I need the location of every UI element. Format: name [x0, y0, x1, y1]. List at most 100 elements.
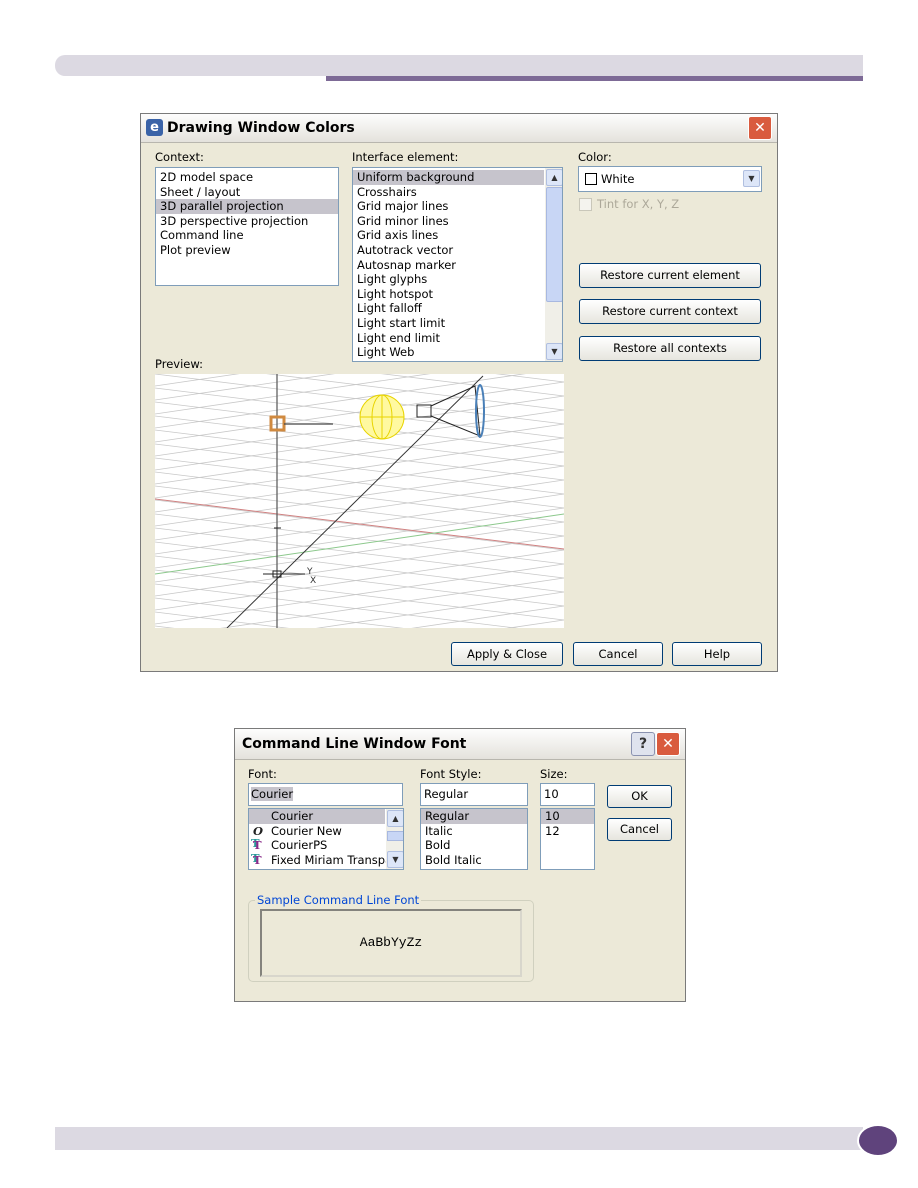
list-item[interactable]: 10 [541, 809, 594, 824]
x-axis-label: X [310, 576, 316, 586]
grid-line [154, 331, 565, 383]
list-item[interactable]: Bold Italic [421, 853, 527, 868]
x-axis-line [154, 498, 565, 550]
size-list[interactable]: 10 12 [540, 808, 595, 870]
scroll-down-icon[interactable]: ▼ [387, 851, 403, 868]
list-item[interactable]: Light hotspot [353, 287, 544, 302]
grid-line [154, 597, 565, 649]
ok-button[interactable]: OK [607, 785, 672, 808]
scroll-up-icon[interactable]: ▲ [387, 810, 403, 827]
title-bar: Command Line Window Font ? ✕ [235, 729, 685, 760]
grid-line [154, 541, 565, 593]
tint-checkbox[interactable] [579, 198, 592, 211]
scroll-down-icon[interactable]: ▼ [546, 343, 562, 360]
list-item[interactable]: Italic [421, 824, 527, 839]
grid-line [154, 429, 565, 481]
document-page: e Drawing Window Colors ✕ Context: 2D mo… [0, 0, 918, 1188]
page-number-badge [857, 1124, 899, 1157]
drawing-window-colors-dialog: e Drawing Window Colors ✕ Context: 2D mo… [140, 113, 778, 831]
grid-line [154, 577, 565, 639]
font-list-item[interactable]: Courier [249, 809, 385, 824]
interface-element-list[interactable]: Uniform background Crosshairs Grid major l… [352, 167, 563, 362]
list-item[interactable]: 2D model space [156, 170, 338, 185]
list-item[interactable]: Crosshairs [353, 185, 544, 200]
restore-current-context-button[interactable]: Restore current context [579, 299, 761, 324]
list-item[interactable]: Regular [421, 809, 527, 824]
list-item[interactable]: Grid axis lines [353, 228, 544, 243]
color-value: White [601, 172, 635, 186]
list-item[interactable]: Grid minor lines [353, 214, 544, 229]
grid-line [154, 353, 565, 415]
font-label: Font: [248, 767, 277, 781]
truetype-icon: T [253, 852, 262, 867]
list-item[interactable]: 3D perspective projection [156, 214, 338, 229]
close-icon[interactable]: ✕ [656, 732, 680, 756]
scroll-up-icon[interactable]: ▲ [546, 169, 562, 186]
font-list-item[interactable]: T CourierPS [249, 838, 385, 853]
context-list[interactable]: 2D model space Sheet / layout 3D parallel … [155, 167, 339, 286]
list-item[interactable]: Light Web [353, 345, 544, 360]
list-item[interactable]: Light glyphs [353, 272, 544, 287]
font-style-label: Font Style: [420, 767, 482, 781]
list-item[interactable]: 3D parallel projection [156, 199, 338, 214]
preview-canvas: Y X [154, 213, 565, 831]
grid-line [154, 583, 565, 635]
grid-line [154, 387, 565, 439]
font-list-item[interactable]: O Courier New [249, 824, 385, 839]
grid-line [154, 415, 565, 467]
list-item[interactable]: Sheet / layout [156, 185, 338, 200]
font-list[interactable]: Courier O Courier New T CourierPS T Fixed Miri… [248, 808, 404, 870]
scrollbar[interactable]: ▲ ▼ [386, 809, 403, 869]
list-item[interactable]: Light end limit [353, 331, 544, 346]
help-button[interactable]: Help [672, 642, 762, 666]
size-input[interactable]: 10 [540, 783, 595, 806]
list-item[interactable]: Light start limit [353, 316, 544, 331]
grid-line [154, 499, 565, 551]
truetype-icon: T [253, 838, 262, 853]
list-item[interactable]: Grid major lines [353, 199, 544, 214]
list-item[interactable]: Autosnap marker [353, 258, 544, 273]
sample-preview: AaBbYyZz [260, 909, 522, 977]
help-icon[interactable]: ? [631, 732, 655, 756]
context-label: Context: [155, 150, 204, 164]
tint-label: Tint for X, Y, Z [597, 197, 680, 211]
list-item[interactable]: Autotrack vector [353, 243, 544, 258]
header-accent-line [326, 76, 863, 81]
list-item[interactable]: Plot preview [156, 243, 338, 258]
chevron-down-icon[interactable]: ▼ [743, 170, 760, 187]
grid-line [154, 457, 565, 509]
apply-close-button[interactable]: Apply & Close [451, 642, 563, 666]
font-name: Courier [271, 809, 314, 823]
list-item[interactable]: 12 [541, 824, 594, 839]
cancel-button[interactable]: Cancel [607, 818, 672, 841]
grid-line [154, 373, 565, 425]
font-style-list[interactable]: Regular Italic Bold Bold Italic [420, 808, 528, 870]
scroll-thumb[interactable] [387, 831, 403, 841]
font-input[interactable]: Courier [248, 783, 403, 806]
size-value: 10 [544, 787, 559, 801]
cancel-button[interactable]: Cancel [573, 642, 663, 666]
list-item[interactable]: Bold [421, 838, 527, 853]
size-label: Size: [540, 767, 568, 781]
font-style-input[interactable]: Regular [420, 783, 528, 806]
grid-line [154, 367, 565, 429]
list-item[interactable]: Uniform background [353, 170, 544, 185]
grid-line [154, 611, 565, 663]
spotlight-glyph [416, 384, 485, 438]
font-name: CourierPS [271, 838, 328, 853]
close-icon[interactable]: ✕ [748, 116, 772, 140]
font-name: Fixed Miriam Transpa [271, 852, 393, 867]
grid-line [154, 401, 565, 453]
font-input-value: Courier [251, 787, 294, 801]
command-line-font-dialog: Command Line Window Font ? ✕ Font: Couri… [234, 728, 686, 1002]
sample-text: AaBbYyZz [359, 935, 423, 950]
scrollbar[interactable]: ▲ ▼ [545, 168, 562, 361]
font-list-item[interactable]: T Fixed Miriam Transpa [249, 852, 392, 868]
list-item[interactable]: Light falloff [353, 301, 544, 316]
restore-current-element-button[interactable]: Restore current element [579, 263, 761, 288]
color-dropdown[interactable]: White ▼ [578, 166, 762, 192]
scroll-thumb[interactable] [546, 187, 562, 302]
restore-all-contexts-button[interactable]: Restore all contexts [579, 336, 761, 361]
grid-line [154, 443, 565, 495]
list-item[interactable]: Command line [156, 228, 338, 243]
